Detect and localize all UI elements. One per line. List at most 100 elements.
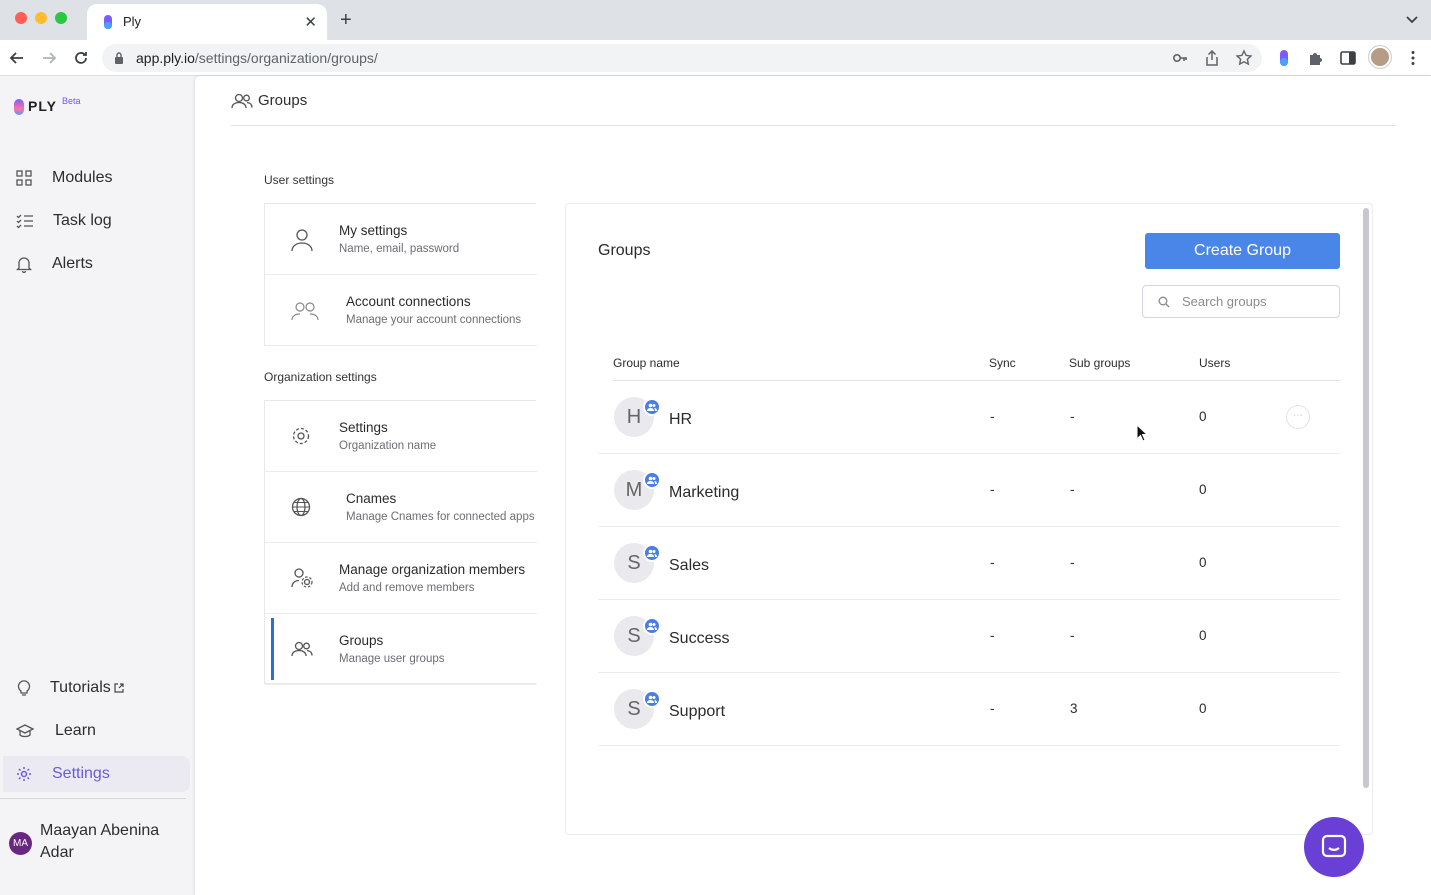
sync-cell: - (990, 482, 995, 497)
settings-item-account-connections[interactable]: Account connections Manage your account … (265, 275, 537, 346)
users-cell: 0 (1199, 409, 1207, 424)
browser-tab[interactable]: Ply ✕ (87, 4, 327, 40)
users-icon (291, 641, 313, 657)
lightbulb-icon (17, 680, 31, 696)
user-avatar[interactable]: MA (9, 832, 32, 855)
star-icon[interactable] (1235, 49, 1253, 67)
settings-item-subtitle: Add and remove members (339, 582, 475, 594)
back-icon[interactable] (8, 49, 26, 67)
settings-item-subtitle: Manage your account connections (346, 314, 522, 326)
settings-item-manage-members[interactable]: Manage organization members Add and remo… (265, 543, 537, 614)
groups-panel: Groups Create Group Search groups Group … (565, 203, 1373, 835)
group-name[interactable]: Marketing (669, 484, 739, 502)
users-cell: 0 (1199, 555, 1207, 570)
column-header-sync[interactable]: Sync (989, 356, 1016, 370)
settings-item-title: Manage organization members (339, 562, 526, 577)
sidebar-item-alerts[interactable]: Alerts (0, 246, 190, 282)
users-icon (231, 93, 253, 109)
row-more-button[interactable]: ··· (1286, 405, 1310, 429)
ply-logo[interactable]: PLY (14, 98, 57, 116)
address-bar[interactable]: app.ply.io/settings/organization/groups/ (102, 44, 1262, 72)
group-badge (643, 617, 661, 635)
users-cell: 0 (1199, 482, 1207, 497)
checklist-icon (16, 214, 33, 229)
sidepanel-icon[interactable] (1339, 49, 1357, 67)
group-icon (647, 695, 657, 703)
settings-item-title: Cnames (346, 491, 397, 506)
key-icon[interactable] (1171, 49, 1189, 67)
sidebar: PLY Beta Modules Task log Alerts Tutoria… (0, 76, 193, 895)
column-header-group-name[interactable]: Group name (613, 356, 680, 370)
tab-close-icon[interactable]: ✕ (304, 13, 317, 31)
group-name[interactable]: Support (669, 703, 725, 721)
profile-avatar[interactable] (1369, 46, 1391, 68)
search-groups-input[interactable]: Search groups (1142, 285, 1340, 318)
table-row[interactable]: S Sales - - 0 (598, 527, 1340, 600)
settings-item-cnames[interactable]: Cnames Manage Cnames for connected apps (265, 472, 537, 543)
kebab-menu-icon[interactable] (1404, 49, 1422, 67)
chevron-down-icon[interactable] (1405, 12, 1419, 26)
browser-tabbar: Ply ✕ + (0, 0, 1431, 40)
settings-item-my-settings[interactable]: My settings Name, email, password (265, 204, 537, 275)
settings-item-subtitle: Organization name (339, 440, 437, 452)
settings-item-title: Account connections (346, 294, 471, 309)
create-group-button[interactable]: Create Group (1145, 233, 1340, 269)
column-header-sub-groups[interactable]: Sub groups (1069, 356, 1130, 370)
table-row[interactable]: H HR - - 0 ··· (598, 381, 1340, 454)
puzzle-icon[interactable] (1307, 49, 1325, 67)
group-name[interactable]: HR (669, 411, 692, 429)
user-settings-heading: User settings (264, 173, 335, 187)
group-badge (643, 398, 661, 416)
table-row[interactable]: S Success - - 0 (598, 600, 1340, 673)
settings-item-title: My settings (339, 223, 408, 238)
settings-item-subtitle: Name, email, password (339, 243, 460, 255)
sidebar-divider (0, 798, 186, 799)
sidebar-item-settings[interactable]: Settings (3, 756, 190, 792)
user-settings-card: My settings Name, email, password Accoun… (264, 203, 537, 346)
table-row[interactable]: M Marketing - - 0 (598, 454, 1340, 527)
sidebar-item-label: Learn (55, 722, 96, 739)
beta-badge: Beta (62, 96, 81, 106)
sync-cell: - (990, 701, 995, 716)
settings-item-subtitle: Manage user groups (339, 653, 445, 665)
sub-groups-cell: 3 (1070, 701, 1078, 716)
sidebar-item-task-log[interactable]: Task log (0, 203, 190, 239)
group-badge (643, 544, 661, 562)
group-name[interactable]: Success (669, 630, 729, 648)
panel-title: Groups (598, 242, 651, 259)
url-text: app.ply.io/settings/organization/groups/ (136, 50, 378, 66)
person-icon (291, 229, 313, 252)
user-name[interactable]: Maayan Abenina Adar (40, 820, 180, 864)
connections-icon (291, 302, 319, 321)
group-badge (643, 471, 661, 489)
settings-item-groups[interactable]: Groups Manage user groups (265, 614, 537, 685)
sidebar-item-modules[interactable]: Modules (0, 160, 190, 196)
forward-icon[interactable] (40, 49, 58, 67)
close-window-button[interactable] (15, 12, 27, 24)
table-row[interactable]: S Support - 3 0 (598, 673, 1340, 746)
group-icon (647, 403, 657, 411)
sidebar-item-learn[interactable]: Learn (0, 713, 190, 749)
settings-item-settings[interactable]: Settings Organization name (265, 401, 537, 472)
group-name[interactable]: Sales (669, 557, 709, 575)
minimize-window-button[interactable] (35, 12, 47, 24)
sidebar-item-tutorials[interactable]: Tutorials (0, 670, 190, 706)
sidebar-item-label: Modules (52, 169, 113, 186)
page-title: Groups (258, 92, 308, 109)
sync-cell: - (990, 628, 995, 643)
column-header-users[interactable]: Users (1199, 356, 1230, 370)
search-placeholder: Search groups (1182, 294, 1267, 309)
maximize-window-button[interactable] (55, 12, 67, 24)
ply-extension-icon[interactable] (1275, 49, 1293, 67)
group-icon (647, 549, 657, 557)
new-tab-button[interactable]: + (340, 10, 352, 30)
settings-item-title: Settings (339, 420, 388, 435)
chat-launcher-button[interactable] (1304, 817, 1364, 877)
group-icon (647, 476, 657, 484)
scrollbar[interactable] (1363, 208, 1369, 788)
graduation-cap-icon (16, 724, 34, 738)
ply-favicon-icon (104, 15, 112, 29)
reload-icon[interactable] (72, 49, 90, 67)
share-icon[interactable] (1203, 49, 1221, 67)
org-settings-card: Settings Organization name Cnames Manage… (264, 400, 537, 685)
